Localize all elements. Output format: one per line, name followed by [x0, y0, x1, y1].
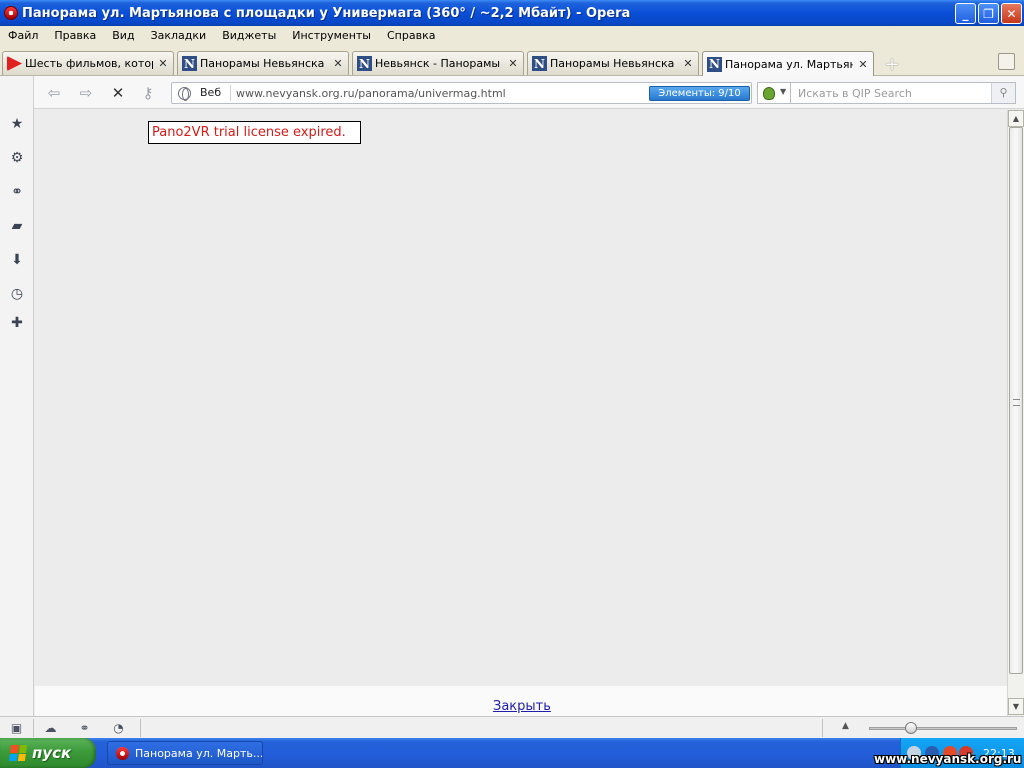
unite-cloud-icon[interactable]: ☁ [43, 721, 58, 736]
menu-tools[interactable]: Инструменты [284, 26, 379, 46]
scroll-up-icon[interactable]: ▲ [1008, 110, 1024, 127]
menu-bar: Файл Правка Вид Закладки Виджеты Инструм… [0, 26, 1024, 46]
scroll-thumb[interactable] [1009, 127, 1023, 674]
new-tab-icon[interactable]: + [883, 56, 901, 74]
scope-label[interactable]: Веб [200, 86, 221, 99]
n-site-icon: N [357, 56, 372, 71]
key-icon[interactable]: ⚷ [139, 84, 157, 102]
site-watermark: www.nevyansk.org.ru [874, 752, 1022, 766]
bookmarks-star-icon[interactable]: ★ [9, 116, 25, 132]
tab-2[interactable]: N Панорамы Невьянска (... ✕ [177, 51, 349, 75]
share-icon[interactable]: ⚭ [77, 721, 92, 736]
window-title: Панорама ул. Мартьянова с площадки у Уни… [22, 5, 631, 21]
start-button[interactable]: пуск [0, 738, 96, 768]
tab-label: Шесть фильмов, котор... [25, 57, 153, 70]
menu-edit[interactable]: Правка [46, 26, 104, 46]
settings-gear-icon[interactable]: ⚙ [9, 150, 25, 166]
maximize-button[interactable]: ❐ [978, 3, 999, 24]
stop-icon[interactable]: ✕ [109, 84, 127, 102]
search-magnifier-icon[interactable]: ⚲ [991, 83, 1015, 103]
youtube-icon [7, 56, 22, 71]
scroll-down-icon[interactable]: ▼ [1008, 698, 1024, 715]
n-site-icon: N [707, 56, 722, 72]
window-titlebar[interactable]: Панорама ул. Мартьянова с площадки у Уни… [0, 0, 1024, 26]
tab-5-active[interactable]: N Панорама ул. Мартьян... ✕ [702, 51, 874, 76]
tab-close-icon[interactable]: ✕ [682, 57, 694, 70]
dropdown-arrow-icon: ▼ [780, 87, 787, 96]
bottom-strip: Закрыть [35, 686, 1007, 716]
tab-3[interactable]: N Невьянск - Панорамы Н... ✕ [352, 51, 524, 75]
tab-4[interactable]: N Панорамы Невьянска (... ✕ [527, 51, 699, 75]
search-input[interactable] [791, 83, 987, 103]
windows-taskbar: пуск Панорама ул. Марть... 22:13 [0, 738, 1024, 768]
tab-bar: Шесть фильмов, котор... ✕ N Панорамы Нев… [0, 46, 1024, 76]
panel-sidebar: ★ ⚙ ⚭ ▰ ⬇ ◷ ✚ [0, 76, 34, 716]
divider [822, 719, 823, 737]
tab-close-icon[interactable]: ✕ [507, 57, 519, 70]
menu-file[interactable]: Файл [0, 26, 46, 46]
trash-icon[interactable] [998, 53, 1015, 70]
url-path: /panorama/univermag.html [354, 87, 506, 100]
tab-close-icon[interactable]: ✕ [857, 58, 869, 71]
panel-toggle-icon[interactable]: ▣ [9, 721, 24, 736]
windows-logo-icon [8, 745, 28, 761]
speed-dial-icon[interactable]: ◔ [111, 721, 126, 736]
menu-bookmarks[interactable]: Закладки [143, 26, 215, 46]
start-label: пуск [32, 744, 72, 762]
vertical-scrollbar[interactable]: ▲ ▼ [1007, 110, 1024, 716]
license-notice: Pano2VR trial license expired. [148, 121, 361, 144]
url-text[interactable]: www.nevyansk.org.ru/panorama/univermag.h… [236, 87, 506, 100]
divider [140, 719, 141, 737]
page-content: Pano2VR trial license expired. [35, 110, 1007, 686]
status-bar: ▣ ☁ ⚭ ◔ ▲ [0, 716, 1024, 738]
menu-view[interactable]: Вид [104, 26, 142, 46]
share-unite-icon[interactable]: ⚭ [9, 184, 25, 200]
window-controls: _ ❐ ✕ [955, 3, 1022, 24]
qip-engine-icon [763, 87, 775, 100]
task-label: Панорама ул. Марть... [135, 746, 263, 760]
n-site-icon: N [182, 56, 197, 71]
opera-logo-icon[interactable] [4, 6, 18, 20]
close-button[interactable]: ✕ [1001, 3, 1022, 24]
divider [230, 85, 231, 101]
taskbar-opera-window[interactable]: Панорама ул. Марть... [107, 741, 263, 765]
address-field[interactable]: Веб www.nevyansk.org.ru/panorama/univerm… [171, 82, 752, 104]
divider [33, 719, 34, 737]
tab-close-icon[interactable]: ✕ [332, 57, 344, 70]
elements-badge[interactable]: Элементы: 9/10 [649, 86, 750, 101]
opera-icon [116, 746, 129, 760]
search-box: ⚲ [790, 82, 1016, 104]
tab-label: Невьянск - Панорамы Н... [375, 57, 503, 70]
history-clock-icon[interactable]: ◷ [9, 286, 25, 302]
scroll-grip-icon [1013, 399, 1020, 406]
search-engine-selector[interactable]: ▼ [757, 82, 790, 104]
tab-label: Панорамы Невьянска (... [550, 57, 678, 70]
minimize-button[interactable]: _ [955, 3, 976, 24]
downloads-icon[interactable]: ⬇ [9, 252, 25, 268]
tab-1[interactable]: Шесть фильмов, котор... ✕ [2, 51, 174, 75]
globe-icon [178, 87, 191, 101]
tab-label: Панорама ул. Мартьян... [725, 57, 853, 71]
zoom-slider-knob[interactable] [905, 722, 917, 734]
zoom-up-arrow-icon[interactable]: ▲ [842, 721, 849, 731]
tab-close-icon[interactable]: ✕ [157, 57, 169, 70]
n-site-icon: N [532, 56, 547, 71]
close-link[interactable]: Закрыть [493, 699, 551, 714]
menu-widgets[interactable]: Виджеты [214, 26, 284, 46]
forward-arrow-icon[interactable]: ⇨ [77, 84, 95, 102]
notes-icon[interactable]: ▰ [9, 218, 25, 234]
zoom-slider-track[interactable] [869, 727, 1017, 730]
tab-label: Панорамы Невьянска (... [200, 57, 328, 70]
url-host: www.nevyansk.org.ru [236, 87, 355, 100]
add-panel-icon[interactable]: ✚ [9, 315, 25, 331]
back-arrow-icon[interactable]: ⇦ [45, 84, 63, 102]
menu-help[interactable]: Справка [379, 26, 443, 46]
address-toolbar: ⇦ ⇨ ✕ ⚷ Веб www.nevyansk.org.ru/panorama… [34, 76, 1024, 109]
